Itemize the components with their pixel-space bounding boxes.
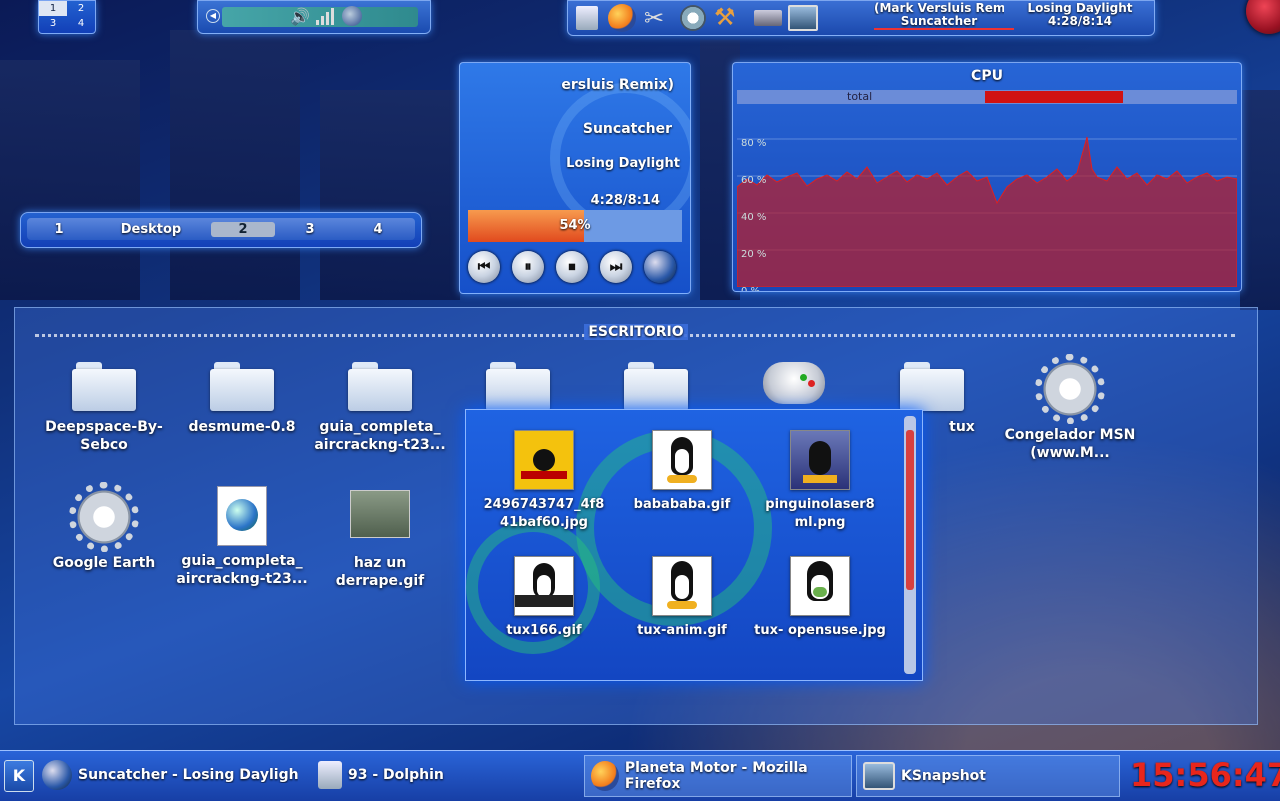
- tools-icon[interactable]: ✂: [644, 4, 664, 32]
- tray-arrow-icon[interactable]: ◀: [206, 9, 220, 23]
- folder-icon: [348, 362, 412, 412]
- desktop-item-deepspace[interactable]: Deepspace-By-Sebco: [34, 362, 174, 454]
- cpu-usage-area: [737, 136, 1237, 287]
- desktop-item-folder-5[interactable]: [586, 362, 726, 412]
- taskbar-clock[interactable]: 15:56:47: [1130, 756, 1280, 794]
- task-dolphin[interactable]: 93 - Dolphin: [312, 752, 572, 798]
- now-playing-title: Losing Daylight: [1027, 1, 1133, 15]
- cpu-legend-total: total: [847, 90, 873, 103]
- folder-icon: [72, 362, 136, 412]
- image-icon: [350, 490, 410, 538]
- desktop-item-derrape[interactable]: haz un derrape.gif: [310, 490, 450, 590]
- amarok-icon: [42, 760, 72, 790]
- cpu-tick-60: 60 %: [741, 175, 767, 186]
- mini-desk-2[interactable]: 2: [67, 1, 95, 16]
- firefox-icon[interactable]: [608, 4, 636, 32]
- stop-button[interactable]: ⏹: [556, 251, 588, 283]
- popup-scrollbar[interactable]: [904, 416, 916, 674]
- popup-item-babababa[interactable]: babababa.gif: [612, 430, 752, 514]
- network-icon[interactable]: [680, 5, 706, 31]
- devices-icon[interactable]: [754, 10, 782, 26]
- popup-item-pinguinolaser[interactable]: pinguinolaser8 ml.png: [750, 430, 890, 532]
- folder-view-title: ESCRITORIO: [15, 324, 1257, 340]
- amarok-icon[interactable]: [644, 251, 676, 283]
- popup-scrollbar-thumb[interactable]: [906, 430, 914, 590]
- corner-orb[interactable]: [1246, 0, 1280, 34]
- system-tray: ◀ 🔊: [197, 0, 431, 34]
- cpu-tick-20: 20 %: [741, 249, 767, 260]
- player-scroll-text: ersluis Remix): [561, 77, 674, 93]
- dolphin-icon: [318, 761, 342, 789]
- cpu-monitor-widget: CPU total 80 % 60 % 40 % 20 % 0 %: [732, 62, 1242, 292]
- player-progress-label: 54%: [559, 218, 591, 233]
- popup-item-kill-bill[interactable]: 2496743747_4f8 41baf60.jpg: [474, 430, 614, 532]
- desktop-item-congelador[interactable]: Congelador MSN (www.M...: [1000, 354, 1140, 462]
- cpu-tick-0: 0 %: [741, 286, 761, 292]
- desktop-item-folder-4[interactable]: [448, 362, 588, 412]
- gear-icon: [69, 482, 139, 552]
- gamepad-icon: [763, 362, 825, 404]
- ksnapshot-icon: [863, 762, 895, 790]
- tux-image-icon: [652, 430, 712, 490]
- cpu-legend-swatch: [985, 91, 1123, 103]
- previous-button[interactable]: ⏮: [468, 251, 500, 283]
- desktop-item-guia-folder[interactable]: guia_completa_ aircrackng-t23...: [310, 362, 450, 454]
- player-artist: Suncatcher: [582, 121, 672, 137]
- pager-desk-label[interactable]: Desktop: [91, 222, 211, 237]
- player-time: 4:28/8:14: [590, 193, 660, 208]
- now-playing-artist-line: (Mark Versluis Remix): [874, 1, 1004, 15]
- file-manager-icon[interactable]: [576, 6, 598, 30]
- amarok-tray-icon[interactable]: [342, 6, 362, 26]
- now-playing-time: 4:28/8:14: [1047, 14, 1113, 28]
- task-ksnapshot[interactable]: KSnapshot: [856, 755, 1120, 797]
- mini-pager[interactable]: 1 2 3 4: [38, 0, 96, 34]
- cpu-title: CPU: [971, 68, 1003, 84]
- folder-icon: [210, 362, 274, 412]
- quick-launch-panel: ✂ ⚒ (Mark Versluis Remix) Suncatcher Los…: [567, 0, 1155, 36]
- now-playing-artist: Suncatcher: [900, 14, 978, 28]
- task-firefox[interactable]: Planeta Motor - Mozilla Firefox: [584, 755, 852, 797]
- desktop-item-guia-html[interactable]: guia_completa_ aircrackng-t23...: [172, 486, 312, 588]
- player-progress-bar[interactable]: 54%: [468, 210, 682, 242]
- pager-desk-4[interactable]: 4: [345, 222, 411, 237]
- gear-icon: [1035, 354, 1105, 424]
- folder-icon: [900, 362, 964, 412]
- mini-desk-1[interactable]: 1: [39, 1, 67, 16]
- desktop-item-google-earth[interactable]: Google Earth: [34, 482, 174, 572]
- volume-icon[interactable]: 🔊: [290, 7, 310, 26]
- desktop-item-game[interactable]: [724, 362, 864, 404]
- web-document-icon: [217, 486, 267, 546]
- folder-icon: [624, 362, 688, 412]
- mini-desk-3[interactable]: 3: [39, 16, 67, 31]
- desktop-item-desmume[interactable]: desmume-0.8: [172, 362, 312, 436]
- desktop-icon[interactable]: [788, 5, 818, 31]
- mini-desk-4[interactable]: 4: [67, 16, 95, 31]
- pager-desk-1[interactable]: 1: [27, 222, 91, 237]
- cpu-graph: [737, 136, 1237, 287]
- tux-image-icon: [514, 556, 574, 616]
- pager-desk-2[interactable]: 2: [211, 221, 275, 237]
- pause-button[interactable]: ⏸: [512, 251, 544, 283]
- cpu-tick-80: 80 %: [741, 138, 767, 149]
- cpu-tick-40: 40 %: [741, 212, 767, 223]
- signal-icon[interactable]: [316, 7, 336, 25]
- tux-image-icon: [652, 556, 712, 616]
- desktop-pager: 1 Desktop 2 3 4: [20, 212, 422, 248]
- player-title: Losing Daylight: [566, 156, 680, 171]
- firefox-icon: [591, 761, 619, 791]
- media-player-widget: ersluis Remix) Suncatcher Losing Dayligh…: [459, 62, 691, 294]
- popup-item-tux166[interactable]: tux166.gif: [474, 556, 614, 640]
- pager-desk-3[interactable]: 3: [275, 222, 345, 237]
- popup-item-tux-opensuse[interactable]: tux- opensuse.jpg: [750, 556, 890, 640]
- popup-item-tux-anim[interactable]: tux-anim.gif: [612, 556, 752, 640]
- task-amarok[interactable]: Suncatcher - Losing Daylight (: [36, 752, 302, 798]
- hammer-icon[interactable]: ⚒: [714, 3, 736, 31]
- kill-bill-image-icon: [514, 430, 574, 490]
- kde-menu-button[interactable]: K: [4, 760, 34, 792]
- next-button[interactable]: ⏭: [600, 251, 632, 283]
- tux-image-icon: [790, 556, 850, 616]
- tux-laser-image-icon: [790, 430, 850, 490]
- folder-icon: [486, 362, 550, 412]
